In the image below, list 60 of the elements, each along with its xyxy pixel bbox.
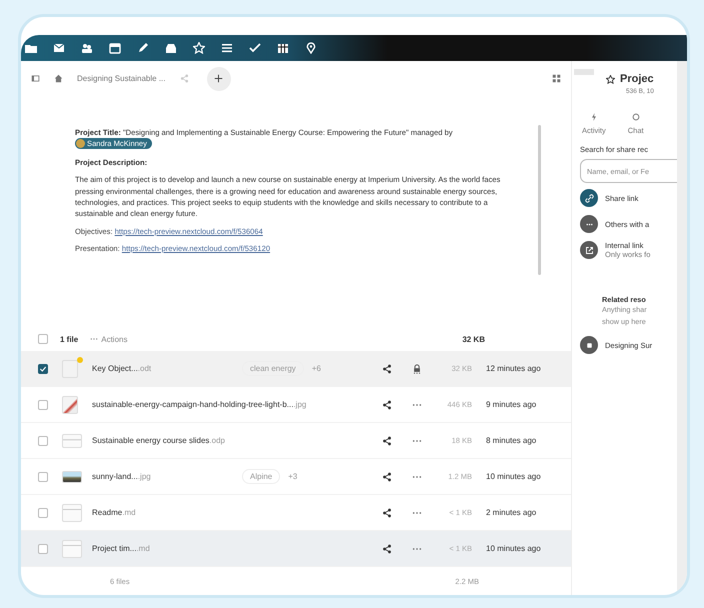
modified-time: 8 minutes ago [486, 436, 536, 445]
sidebar-title: Projec [620, 73, 654, 85]
link-circle-icon [580, 189, 598, 207]
new-button[interactable] [206, 66, 230, 91]
modified-time: 10 minutes ago [486, 472, 541, 481]
scrollbar[interactable] [538, 124, 541, 275]
select-all-checkbox[interactable] [38, 334, 48, 344]
checkmark-icon[interactable] [249, 42, 261, 54]
file-name[interactable]: Project tim....md [92, 544, 372, 553]
file-name[interactable]: Key Object....odt [92, 364, 242, 373]
modified-time: 2 minutes ago [486, 508, 536, 517]
file-name[interactable]: Sustainable energy course slides.odp [92, 436, 372, 445]
calendar-icon[interactable] [109, 42, 121, 54]
share-icon[interactable] [382, 400, 392, 410]
document-icon [62, 360, 78, 378]
star-icon[interactable] [606, 74, 615, 84]
file-name[interactable]: Readme.md [92, 508, 372, 517]
sidebar-toggle-icon[interactable] [31, 74, 40, 84]
home-icon[interactable] [54, 74, 63, 84]
total-size: 32 KB [462, 334, 485, 344]
slides-icon [62, 434, 82, 448]
selection-count: 1 file [60, 334, 78, 344]
row-checkbox[interactable] [38, 544, 48, 554]
row-checkbox[interactable] [38, 472, 48, 482]
activity-icon [590, 113, 598, 121]
share-icon[interactable] [382, 544, 392, 554]
row-checkbox[interactable] [38, 508, 48, 518]
pencil-icon[interactable] [137, 42, 149, 54]
modified-time: 9 minutes ago [486, 400, 536, 409]
grid-view-icon[interactable] [552, 74, 561, 84]
share-icon[interactable] [382, 472, 392, 482]
actions-button[interactable]: Actions [90, 334, 128, 344]
file-name[interactable]: sunny-land....jpg [92, 472, 242, 481]
table-icon[interactable] [277, 42, 289, 54]
modified-time: 12 minutes ago [486, 364, 541, 373]
folder-icon[interactable] [25, 42, 37, 54]
inbox-icon[interactable] [165, 42, 177, 54]
more-circle-icon [580, 215, 598, 233]
share-icon[interactable] [382, 364, 392, 374]
modified-time: 10 minutes ago [486, 544, 541, 553]
text-file-icon [62, 540, 82, 558]
photo-placeholder [62, 470, 82, 482]
row-checkbox[interactable] [38, 436, 48, 446]
row-checkbox[interactable] [38, 400, 48, 410]
photo-placeholder [62, 396, 78, 414]
plus-icon [214, 74, 223, 84]
mail-icon[interactable] [53, 42, 65, 54]
chat-icon [632, 113, 640, 121]
contacts-icon[interactable] [81, 42, 93, 54]
lock-icon[interactable] [412, 364, 422, 374]
checkmark-icon [39, 364, 47, 372]
breadcrumb-link[interactable]: Designing Sustainable ... [77, 74, 166, 84]
external-link-circle-icon [580, 241, 598, 259]
list-icon[interactable] [221, 42, 233, 54]
file-name[interactable]: sustainable-energy-campaign-hand-holding-tree-light-b....jpg [92, 400, 372, 409]
share-icon[interactable] [382, 508, 392, 518]
share-icon[interactable] [382, 436, 392, 446]
map-pin-icon[interactable] [305, 42, 317, 54]
text-file-icon [62, 504, 82, 522]
row-checkbox[interactable] [38, 364, 48, 374]
